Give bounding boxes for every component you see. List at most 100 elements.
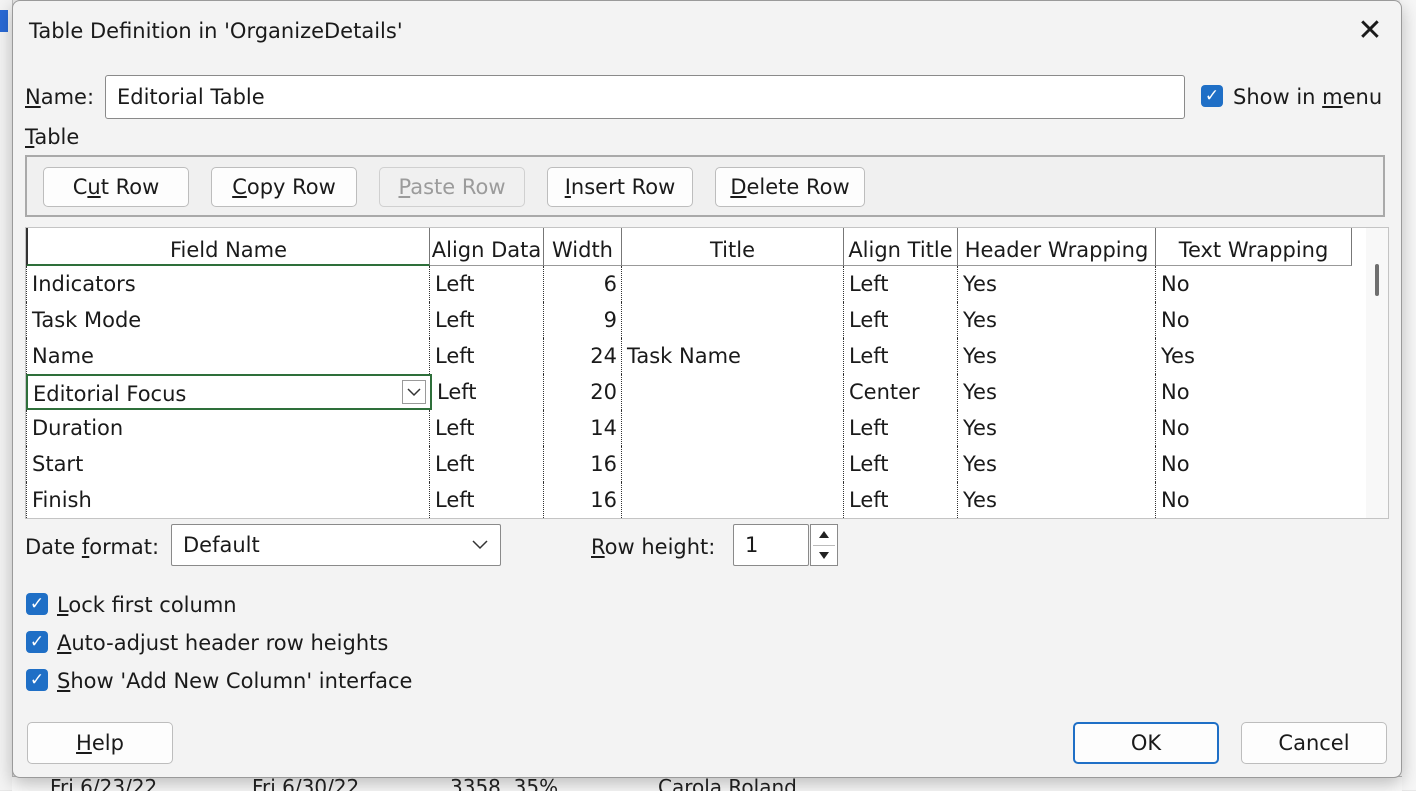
cell-align-title[interactable]: Center [844,374,958,410]
show-add-column-checkbox[interactable]: ✓ [26,669,48,691]
header-width[interactable]: Width [544,228,622,266]
dialog-title: Table Definition in 'OrganizeDetails' [29,19,403,43]
ok-button[interactable]: OK [1073,722,1219,764]
cell-align-data[interactable]: Left [430,446,544,482]
cell-header-wrapping[interactable]: Yes [958,338,1156,374]
background-table-row: Fri 6/23/22 Fri 6/30/22 3358, 35% Carola… [12,776,1402,791]
cell-field-name[interactable]: Start [26,446,430,482]
close-icon[interactable]: ✕ [1348,11,1392,51]
cell-text-wrapping[interactable]: Yes [1156,338,1352,374]
cell-header-wrapping[interactable]: Yes [958,482,1156,518]
background-app-accent [0,10,8,32]
cell-align-data[interactable]: Left [430,338,544,374]
date-format-select[interactable]: Default [171,524,501,566]
cell-title[interactable] [622,446,844,482]
table-definition-dialog: Table Definition in 'OrganizeDetails' ✕ … [12,0,1402,778]
cell-align-title[interactable]: Left [844,302,958,338]
cell-header-wrapping[interactable]: Yes [958,410,1156,446]
spin-down-icon[interactable] [817,549,831,561]
cell-align-data[interactable]: Left [430,302,544,338]
cell-title[interactable] [622,374,844,410]
cell-text-wrapping[interactable]: No [1156,266,1352,302]
cell-width[interactable]: 20 [544,374,622,410]
help-button[interactable]: Help [27,722,173,764]
cell-field-name-value: Editorial Focus [33,382,187,406]
auto-adjust-header-checkbox[interactable]: ✓ [26,631,48,653]
background-cell: Carola Roland [658,776,797,791]
cell-width[interactable]: 24 [544,338,622,374]
insert-row-button[interactable]: Insert Row [547,167,693,207]
cell-field-name[interactable]: Finish [26,482,430,518]
cell-width[interactable]: 9 [544,302,622,338]
cell-title[interactable] [622,266,844,302]
cell-width[interactable]: 14 [544,410,622,446]
cell-text-wrapping[interactable]: No [1156,302,1352,338]
field-definition-grid[interactable]: Field Name Align Data Width Title Align … [25,227,1389,519]
row-height-label: Row height: [591,535,716,559]
dialog-titlebar: Table Definition in 'OrganizeDetails' ✕ [13,1,1401,63]
date-format-value: Default [183,533,260,557]
name-label: Name: [25,85,95,109]
cell-align-title[interactable]: Left [844,482,958,518]
cell-field-name[interactable]: Name [26,338,430,374]
cut-row-button[interactable]: Cut Row [43,167,189,207]
cell-title[interactable]: Task Name [622,338,844,374]
row-height-input[interactable]: 1 [733,524,809,566]
cell-align-title[interactable]: Left [844,446,958,482]
cell-text-wrapping[interactable]: No [1156,482,1352,518]
cell-align-title[interactable]: Left [844,410,958,446]
cell-align-data[interactable]: Left [430,266,544,302]
header-align-title[interactable]: Align Title [844,228,958,266]
cell-align-title[interactable]: Left [844,338,958,374]
header-header-wrapping[interactable]: Header Wrapping [958,228,1156,266]
background-cell: Fri 6/30/22 [252,776,360,791]
header-field-name[interactable]: Field Name [26,228,430,266]
cell-width[interactable]: 16 [544,446,622,482]
cell-align-data[interactable]: Left [432,374,544,410]
field-name-dropdown-button[interactable] [402,380,426,404]
auto-adjust-header-label[interactable]: Auto-adjust header row heights [57,631,388,655]
cell-title[interactable] [622,482,844,518]
row-height-spinner[interactable] [810,524,838,566]
lock-first-column-checkbox[interactable]: ✓ [26,593,48,615]
table-section-label: Table [25,125,80,149]
cell-field-name[interactable]: Duration [26,410,430,446]
date-format-label: Date format: [25,535,160,559]
cell-width[interactable]: 6 [544,266,622,302]
header-align-data[interactable]: Align Data [430,228,544,266]
paste-row-button[interactable]: Paste Row [379,167,525,207]
cell-field-name[interactable]: Indicators [26,266,430,302]
spinner-divider [813,545,835,546]
scrollbar-thumb[interactable] [1375,264,1379,296]
cell-text-wrapping[interactable]: No [1156,446,1352,482]
header-text-wrapping[interactable]: Text Wrapping [1156,228,1352,266]
cell-text-wrapping[interactable]: No [1156,374,1352,410]
lock-first-column-label[interactable]: Lock first column [57,593,237,617]
copy-row-button[interactable]: Copy Row [211,167,357,207]
show-in-menu-label[interactable]: Show in menu [1233,85,1382,109]
cell-align-data[interactable]: Left [430,410,544,446]
cell-field-name[interactable]: Task Mode [26,302,430,338]
cell-width[interactable]: 16 [544,482,622,518]
cell-header-wrapping[interactable]: Yes [958,446,1156,482]
row-toolbar: Cut Row Copy Row Paste Row Insert Row De… [25,155,1385,217]
name-input[interactable]: Editorial Table [105,75,1185,119]
header-title[interactable]: Title [622,228,844,266]
chevron-down-icon [407,388,421,397]
grid-vertical-scrollbar[interactable] [1366,228,1388,518]
spin-up-icon[interactable] [817,529,831,541]
delete-row-button[interactable]: Delete Row [715,167,865,207]
show-in-menu-checkbox[interactable]: ✓ [1201,85,1223,107]
cell-header-wrapping[interactable]: Yes [958,302,1156,338]
cell-title[interactable] [622,302,844,338]
cell-text-wrapping[interactable]: No [1156,410,1352,446]
cell-header-wrapping[interactable]: Yes [958,266,1156,302]
show-add-column-label[interactable]: Show 'Add New Column' interface [57,669,412,693]
cell-header-wrapping[interactable]: Yes [958,374,1156,410]
cell-title[interactable] [622,410,844,446]
cell-align-data[interactable]: Left [430,482,544,518]
background-cell: 3358, 35% [450,776,559,791]
cell-align-title[interactable]: Left [844,266,958,302]
cell-field-name-editing[interactable]: Editorial Focus [26,374,432,410]
cancel-button[interactable]: Cancel [1241,722,1387,764]
